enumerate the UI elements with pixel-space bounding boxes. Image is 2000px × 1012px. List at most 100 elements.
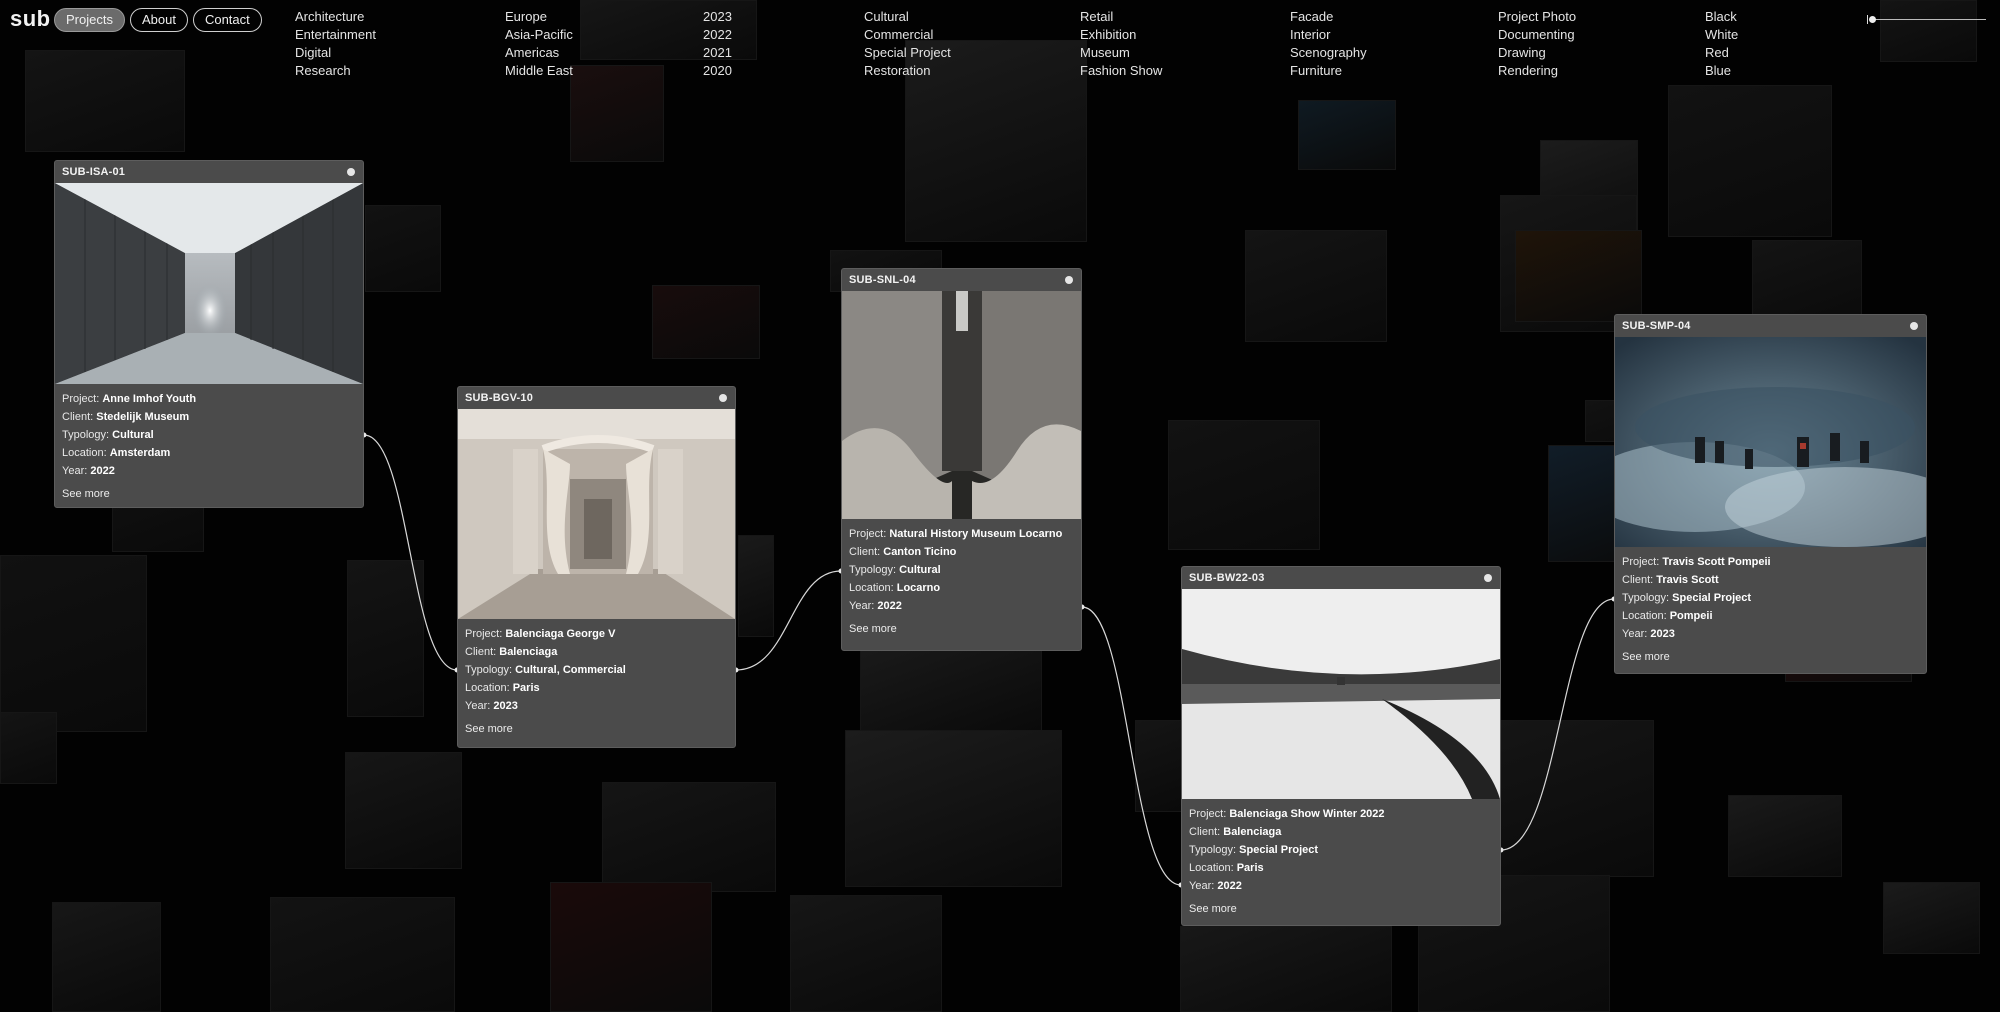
filter-option[interactable]: Digital [295,44,376,62]
card-header: SUB-BW22-03 [1182,567,1500,589]
see-more-link[interactable]: See more [842,615,1081,635]
filter-option[interactable]: Exhibition [1080,26,1162,44]
filter-option[interactable]: Retail [1080,8,1162,26]
filter-option[interactable]: Middle East [505,62,573,80]
filter-option[interactable]: Americas [505,44,573,62]
filter-option[interactable]: Restoration [864,62,951,80]
filter-option[interactable]: Commercial [864,26,951,44]
filter-column-discipline: Architecture Entertainment Digital Resea… [295,8,376,80]
wire-snl-bw22 [1081,606,1182,886]
card-year-row: Year: 2022 [62,465,115,477]
filter-option[interactable]: Black [1705,8,1738,26]
filter-option[interactable]: Fashion Show [1080,62,1162,80]
filter-option[interactable]: Cultural [864,8,951,26]
card-image[interactable] [458,409,735,619]
card-image[interactable] [842,291,1081,519]
card-typology-row: Typology: Special Project [1189,844,1319,856]
card-typology-row: Typology: Cultural [849,564,941,576]
card-code: SUB-ISA-01 [62,166,126,178]
filter-column-color: Black White Red Blue [1705,8,1738,80]
filter-option[interactable]: Furniture [1290,62,1367,80]
project-card-bgv[interactable]: SUB-BGV-10 Project: Balenciaga George V … [457,386,736,748]
card-location-row: Location: Paris [465,682,540,694]
card-details: Project: Balenciaga George V Client: Bal… [458,619,735,715]
card-details: Project: Travis Scott Pompeii Client: Tr… [1615,547,1926,643]
card-code: SUB-BGV-10 [465,392,534,404]
card-header: SUB-SMP-04 [1615,315,1926,337]
slider-knob[interactable] [1869,16,1876,23]
card-details: Project: Balenciaga Show Winter 2022 Cli… [1182,799,1500,895]
filter-option[interactable]: Drawing [1498,44,1576,62]
card-project-row: Project: Anne Imhof Youth [62,393,197,405]
dot-icon[interactable] [719,394,727,402]
card-location-row: Location: Locarno [849,582,941,594]
card-code: SUB-SNL-04 [849,274,916,286]
dot-icon[interactable] [1910,322,1918,330]
filter-column-media: Project Photo Documenting Drawing Render… [1498,8,1576,80]
filter-option[interactable]: Europe [505,8,573,26]
card-client-row: Client: Travis Scott [1622,574,1719,586]
card-client-row: Client: Stedelijk Museum [62,411,190,423]
nav-about-button[interactable]: About [129,8,188,32]
filter-option[interactable]: Museum [1080,44,1162,62]
slider-cap-icon [1867,15,1868,24]
filter-column-typology: Cultural Commercial Special Project Rest… [864,8,951,80]
project-card-bw22[interactable]: SUB-BW22-03 Project: Balenciaga Show Win… [1181,566,1501,926]
see-more-link[interactable]: See more [1182,895,1500,915]
logo[interactable]: sub [10,6,51,32]
card-year-row: Year: 2023 [465,700,518,712]
filter-option[interactable]: Rendering [1498,62,1576,80]
filter-option[interactable]: Documenting [1498,26,1576,44]
filter-option[interactable]: Red [1705,44,1738,62]
filter-option[interactable]: 2023 [703,8,732,26]
dot-icon[interactable] [1065,276,1073,284]
card-client-row: Client: Balenciaga [1189,826,1282,838]
card-year-row: Year: 2022 [1189,880,1242,892]
project-card-snl[interactable]: SUB-SNL-04 Project: Natural History Muse… [841,268,1082,651]
filter-option[interactable]: 2021 [703,44,732,62]
filter-option[interactable]: Interior [1290,26,1367,44]
project-card-isa[interactable]: SUB-ISA-01 Project: Anne Imhof Youth Cli… [54,160,364,508]
card-location-row: Location: Pompeii [1622,610,1713,622]
card-client-row: Client: Canton Ticino [849,546,957,558]
dot-icon[interactable] [1484,574,1492,582]
nav-contact-button[interactable]: Contact [192,8,262,32]
main-nav: Projects About Contact [54,8,262,32]
see-more-link[interactable]: See more [458,715,735,735]
zoom-slider[interactable] [1867,15,1986,24]
filter-option[interactable]: 2022 [703,26,732,44]
filter-option[interactable]: 2020 [703,62,732,80]
card-typology-row: Typology: Special Project [1622,592,1752,604]
card-image[interactable] [55,183,363,384]
filter-option[interactable]: Architecture [295,8,376,26]
card-details: Project: Natural History Museum Locarno … [842,519,1081,615]
card-year-row: Year: 2023 [1622,628,1675,640]
card-typology-row: Typology: Cultural, Commercial [465,664,626,676]
see-more-link[interactable]: See more [1615,643,1926,663]
card-project-row: Project: Natural History Museum Locarno [849,528,1063,540]
filter-option[interactable]: Research [295,62,376,80]
dot-icon[interactable] [347,168,355,176]
card-header: SUB-SNL-04 [842,269,1081,291]
filter-option[interactable]: Entertainment [295,26,376,44]
project-card-smp[interactable]: SUB-SMP-04 Project: Travis Scott Pompeii… [1614,314,1927,674]
wire-isa-bgv [363,434,458,671]
card-image[interactable] [1182,589,1500,799]
filter-option[interactable]: White [1705,26,1738,44]
filter-option[interactable]: Facade [1290,8,1367,26]
filter-option[interactable]: Scenography [1290,44,1367,62]
card-code: SUB-BW22-03 [1189,572,1265,584]
card-image[interactable] [1615,337,1926,547]
card-details: Project: Anne Imhof Youth Client: Stedel… [55,384,363,480]
card-header: SUB-ISA-01 [55,161,363,183]
filter-option[interactable]: Project Photo [1498,8,1576,26]
nav-projects-button[interactable]: Projects [54,8,125,32]
filter-option[interactable]: Special Project [864,44,951,62]
filter-option[interactable]: Asia-Pacific [505,26,573,44]
card-project-row: Project: Travis Scott Pompeii [1622,556,1771,568]
card-header: SUB-BGV-10 [458,387,735,409]
filter-column-region: Europe Asia-Pacific Americas Middle East [505,8,573,80]
card-year-row: Year: 2022 [849,600,902,612]
see-more-link[interactable]: See more [55,480,363,500]
filter-option[interactable]: Blue [1705,62,1738,80]
